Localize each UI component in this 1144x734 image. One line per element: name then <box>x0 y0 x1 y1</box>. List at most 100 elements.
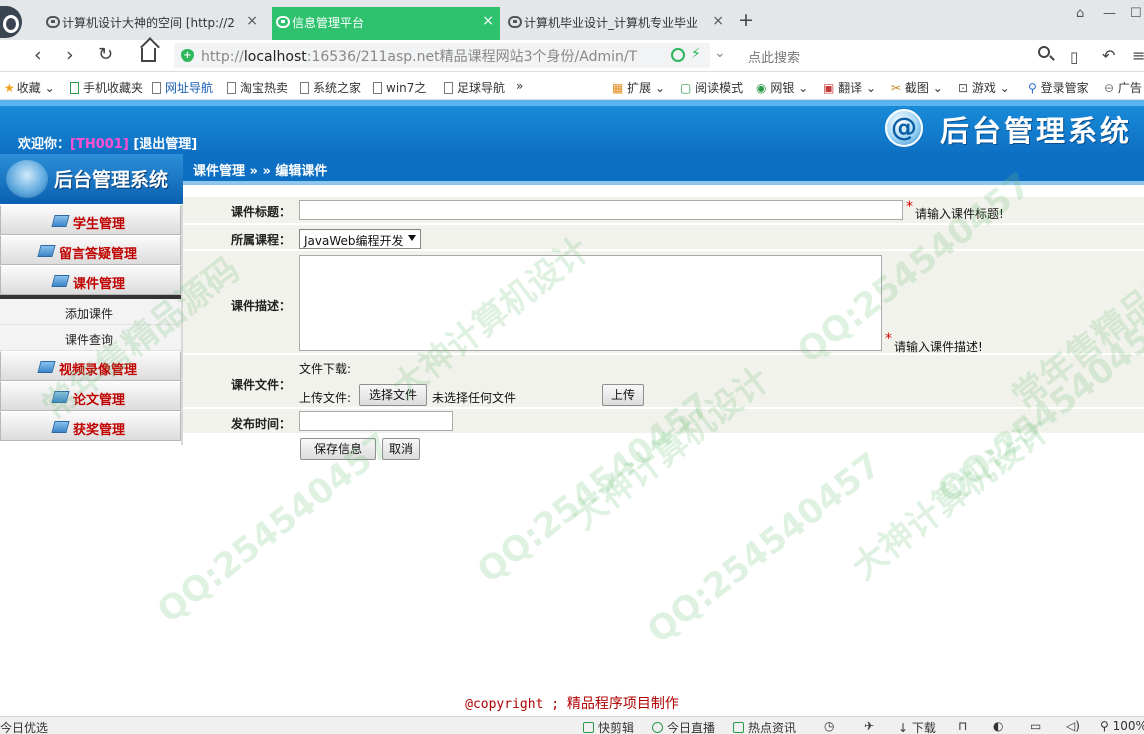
course-select[interactable]: JavaWeb编程开发 <box>299 229 421 249</box>
navigation-bar: ‹ › ↻ + http://localhost:16536/211asp.ne… <box>0 40 1144 72</box>
refresh-icon[interactable]: ↻ <box>98 44 113 66</box>
sidebar-subitem-query[interactable]: 课件查询 <box>0 325 181 351</box>
status-kuaijianji[interactable]: 快剪辑 <box>583 719 634 734</box>
copyright-text: @copyright ; 精品程序项目制作 <box>465 696 679 712</box>
title-input[interactable] <box>299 200 903 220</box>
upload-button[interactable]: 上传 <box>602 384 644 406</box>
menu-folder-icon <box>37 361 56 373</box>
sidebar-item-videos[interactable]: 视频录像管理 <box>0 351 181 381</box>
row-title: 课件标题： * 请输入课件标题! <box>183 197 1144 225</box>
chevron-down-icon <box>407 235 416 241</box>
file-label: 课件文件： <box>230 378 291 392</box>
window-icon[interactable]: ⊓ <box>958 719 967 733</box>
bookmark-nav[interactable]: 网址导航 <box>152 79 213 96</box>
row-value: * 请输入课件描述! <box>291 251 1144 354</box>
tab-title: 计算机毕业设计_计算机专业毕业 <box>524 16 699 30</box>
status-live[interactable]: 今日直播 <box>652 719 715 734</box>
sound-icon[interactable]: ◁) <box>1066 719 1080 733</box>
date-label: 发布时间： <box>230 417 291 431</box>
date-input[interactable] <box>299 411 453 431</box>
ext-extensions[interactable]: ▦ 扩展 ⌄ <box>612 79 665 96</box>
desc-hint: 请输入课件描述! <box>894 340 983 354</box>
cleanup-icon[interactable]: ✈ <box>864 719 874 733</box>
ext-screenshot[interactable]: ✂ 截图 ⌄ <box>891 79 943 96</box>
bookmark-win7[interactable]: win7之 <box>373 79 426 96</box>
bookmark-taobao[interactable]: 淘宝热卖 <box>227 79 288 96</box>
ext-ad[interactable]: ⊖ 广告 <box>1104 79 1142 96</box>
ext-bank[interactable]: ◉ 网银 ⌄ <box>756 79 808 96</box>
bookmark-mobile[interactable]: 手机收藏夹 <box>70 79 143 96</box>
search-input[interactable]: 点此搜索 <box>748 47 800 66</box>
at-logo-icon: @ <box>885 109 923 147</box>
sidebar-item-students[interactable]: 学生管理 <box>0 205 181 235</box>
row-actions: 保存信息 取消 <box>183 435 1144 463</box>
shirt-icon[interactable]: ⌂ <box>1076 6 1084 21</box>
search-icon[interactable] <box>1038 46 1050 58</box>
welcome-text: 欢迎你：[TH001] [退出管理] <box>18 137 198 152</box>
back-icon[interactable]: ‹ <box>34 44 42 66</box>
home-icon[interactable] <box>141 48 156 62</box>
upload-label: 上传文件: <box>299 391 352 405</box>
bookmark-xtzj[interactable]: 系统之家 <box>300 79 361 96</box>
phone-icon[interactable]: ▯ <box>1070 46 1078 68</box>
gamepad-icon: ⊡ <box>958 81 969 95</box>
status-download[interactable]: ↓ 下载 <box>898 719 936 734</box>
bookmark-favorites[interactable]: ★ 收藏 ⌄ <box>4 79 55 96</box>
translate-icon: ▣ <box>823 81 835 95</box>
row-value: * 请输入课件标题! <box>291 197 1144 223</box>
scissors-icon: ✂ <box>891 81 902 95</box>
status-left[interactable]: 今日优选 <box>0 719 48 734</box>
sidebar-item-courseware[interactable]: 课件管理 <box>0 265 181 295</box>
close-icon[interactable]: × <box>712 13 724 29</box>
undo-icon[interactable]: ↶ <box>1102 45 1115 67</box>
watermark: QQ:254540457 <box>640 444 889 652</box>
ie-icon[interactable]: ◐ <box>993 719 1003 733</box>
ext-login[interactable]: ⚲ 登录管家 <box>1028 79 1089 96</box>
menu-folder-icon <box>51 215 70 227</box>
bookmarks-bar: ★ 收藏 ⌄ 手机收藏夹 网址导航 淘宝热卖 系统之家 win7之 足球导航 » … <box>0 73 1144 100</box>
speedup-icon[interactable] <box>671 48 685 62</box>
close-icon[interactable]: × <box>246 13 258 29</box>
screen-icon[interactable]: ▭ <box>1030 719 1041 733</box>
maximize-icon[interactable]: ☐ <box>1130 6 1142 21</box>
new-tab-icon[interactable]: + <box>738 9 754 31</box>
minimize-icon[interactable]: — <box>1103 6 1116 21</box>
lightning-icon[interactable]: ⚡ <box>691 46 701 62</box>
chevron-down-icon[interactable]: ⌄ <box>714 45 726 61</box>
forward-icon[interactable]: › <box>66 44 74 66</box>
desc-textarea[interactable] <box>299 255 882 351</box>
page-icon <box>300 82 309 94</box>
status-zoom[interactable]: ⚲ 100% <box>1100 719 1144 733</box>
close-icon[interactable]: × <box>482 13 494 29</box>
tab-strip: 计算机设计大神的空间 [http://2 × 信息管理平台 × 计算机毕业设计_… <box>0 0 1144 40</box>
title-hint: 请输入课件标题! <box>915 207 1004 221</box>
sidebar-item-messages[interactable]: 留言答疑管理 <box>0 235 181 265</box>
choose-file-button[interactable]: 选择文件 <box>359 384 427 406</box>
mask-icon <box>46 16 60 28</box>
logout-link[interactable]: [退出管理] <box>133 137 197 152</box>
tab-blog[interactable]: 计算机设计大神的空间 [http://2 × <box>42 7 264 40</box>
book-icon: ▢ <box>680 81 692 95</box>
tab-graduation[interactable]: 计算机毕业设计_计算机专业毕业 × <box>504 7 730 40</box>
sidebar-item-papers[interactable]: 论文管理 <box>0 381 181 411</box>
file-download-label: 文件下载: <box>299 362 352 376</box>
grid-icon: ▦ <box>612 81 624 95</box>
shield-icon: + <box>181 49 194 62</box>
save-button[interactable]: 保存信息 <box>300 438 376 460</box>
mask-icon <box>276 16 290 28</box>
sidebar-subitem-add[interactable]: 添加课件 <box>0 299 181 325</box>
phone-icon <box>70 82 79 94</box>
tab-active-platform[interactable]: 信息管理平台 × <box>272 7 500 40</box>
ext-reader[interactable]: ▢ 阅读模式 <box>680 79 743 96</box>
address-bar[interactable]: + http://localhost:16536/211asp.net精品课程网… <box>174 43 726 68</box>
cancel-button[interactable]: 取消 <box>382 438 420 460</box>
status-news[interactable]: 热点资讯 <box>733 719 796 734</box>
no-file-text: 未选择任何文件 <box>432 391 517 405</box>
bookmarks-more[interactable]: » <box>516 79 523 93</box>
bookmark-football[interactable]: 足球导航 <box>444 79 505 96</box>
menu-icon[interactable]: ≡ <box>1132 45 1144 67</box>
sidebar-item-awards[interactable]: 获奖管理 <box>0 411 181 441</box>
ext-games[interactable]: ⊡ 游戏 ⌄ <box>958 79 1010 96</box>
clock-icon[interactable]: ◷ <box>824 719 834 733</box>
ext-translate[interactable]: ▣ 翻译 ⌄ <box>823 79 876 96</box>
